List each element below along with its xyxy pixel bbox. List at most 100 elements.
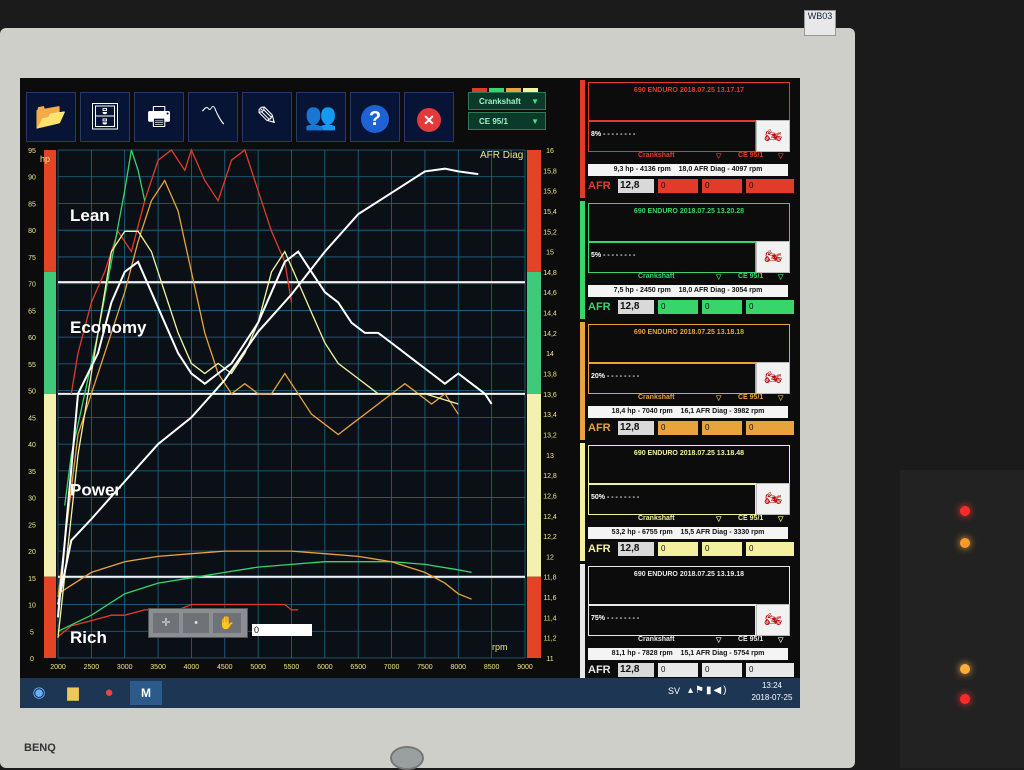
x-tick-label: 4500 (217, 664, 233, 671)
y2-tick-label: 14 (546, 351, 554, 358)
chevron-down-icon[interactable]: ▽ (716, 394, 721, 402)
chevron-down-icon[interactable]: ▽ (716, 273, 721, 281)
panel-stat-hp: 7,5 hp - 2450 rpm (613, 287, 671, 294)
panel-crank-row: Crankshaft CE 95/1 ▽ ▽ (588, 394, 788, 404)
chevron-down-icon[interactable]: ▽ (778, 394, 783, 402)
y2-tick-label: 12,2 (543, 534, 557, 541)
x-tick-label: 5500 (284, 664, 300, 671)
start-button[interactable]: ◉ (26, 681, 52, 705)
chevron-down-icon[interactable]: ▽ (716, 515, 721, 523)
language-indicator[interactable]: SV (668, 686, 680, 696)
y-tick-label: 40 (28, 442, 36, 449)
y-tick-label: 15 (28, 576, 36, 583)
chevron-down-icon[interactable]: ▽ (778, 152, 783, 160)
y2-tick-label: 15,8 (543, 168, 557, 175)
panel-crank-row: Crankshaft CE 95/1 ▽ ▽ (588, 636, 788, 646)
panel-afr-cell: 0 (702, 421, 742, 435)
panel-title-box: 690 ENDURO 2018.07.25 13.18.18 (588, 324, 790, 364)
y-tick-label: 20 (28, 549, 36, 556)
help-icon: ? (361, 105, 389, 133)
panel-ce-label: CE 95/1 (738, 394, 764, 401)
chrome-icon[interactable]: ● (96, 681, 122, 705)
tray-icons[interactable]: ▴⚑▮◀) (688, 685, 729, 696)
panel-afr-cell: 0 (702, 300, 742, 314)
panel-percent-value: 75% (591, 615, 606, 622)
panel-afr-cell: 0 (746, 300, 794, 314)
database-button[interactable]: 🗄 (80, 92, 130, 142)
chevron-down-icon: ▼ (531, 97, 539, 106)
y2-tick-label: 13,8 (543, 372, 557, 379)
panel-stat-afr: 18,0 AFR Diag - 3054 rpm (678, 287, 763, 294)
chevron-down-icon[interactable]: ▽ (778, 636, 783, 644)
users-button[interactable]: 👥 (296, 92, 346, 142)
red-led (960, 694, 970, 704)
orange-led (960, 664, 970, 674)
panel-afr-label: AFR (588, 543, 611, 555)
dyno-hardware-unit (900, 470, 1024, 768)
panel-stat-hp: 53,2 hp - 6755 rpm (611, 529, 673, 536)
monitor-power-button[interactable] (390, 746, 424, 770)
zone-label-economy: Economy (70, 318, 147, 337)
point-icon[interactable]: • (183, 613, 209, 633)
ce-dropdown[interactable]: CE 95/1 ▼ (468, 112, 546, 130)
chevron-down-icon[interactable]: ▽ (716, 636, 721, 644)
panel-color-bar (580, 564, 585, 682)
panel-ce-label: CE 95/1 (738, 273, 764, 280)
y2-tick-label: 14,4 (543, 311, 557, 318)
y2-tick-label: 12,6 (543, 493, 557, 500)
chevron-down-icon[interactable]: ▽ (716, 152, 721, 160)
y-tick-label: 75 (28, 255, 36, 262)
panel-percent-value: 50% (591, 494, 606, 501)
curve-button[interactable]: 〽 (188, 92, 238, 142)
x-tick-label: 5000 (250, 664, 266, 671)
motorcycle-icon: 🏍 (756, 241, 790, 273)
dyno-app-icon[interactable]: M (130, 681, 162, 705)
zone-label-lean: Lean (70, 206, 110, 225)
panel-afr-value: 12,8 (618, 179, 654, 193)
panel-percent-value: 8% (591, 131, 602, 138)
crankshaft-dropdown[interactable]: Crankshaft ▼ (468, 92, 546, 110)
chart-value-field[interactable]: 0 (252, 624, 312, 636)
folder-icon[interactable]: ▆ (60, 681, 86, 705)
x-tick-label: 2500 (84, 664, 100, 671)
print-button[interactable]: 🖶 (134, 92, 184, 142)
panel-percent: 5% - - - - - - - - (591, 252, 636, 259)
curve-icon: 〽 (199, 101, 226, 131)
panel-afr-row: AFR 12,8 0 0 0 (588, 663, 798, 679)
y2-tick-label: 14,8 (543, 270, 557, 277)
panel-afr-label: AFR (588, 180, 611, 192)
y2-tick-label: 11,8 (543, 575, 556, 582)
panel-color-bar (580, 201, 585, 319)
help-button[interactable]: ? (350, 92, 400, 142)
run-panel[interactable]: 690 ENDURO 2018.07.25 13.20.28 5% - - - -… (580, 201, 795, 319)
panel-afr-row: AFR 12,8 0 0 0 (588, 300, 798, 316)
open-button[interactable]: 📂 (26, 92, 76, 142)
y-tick-label: 30 (28, 496, 36, 503)
run-panel[interactable]: 690 ENDURO 2018.07.25 13.18.18 20% - - - … (580, 322, 795, 440)
chevron-down-icon[interactable]: ▽ (778, 515, 783, 523)
hand-icon[interactable]: ✋ (213, 613, 241, 633)
curve-edit-button[interactable]: ✎ (242, 92, 292, 142)
run-panel[interactable]: 690 ENDURO 2018.07.25 13.19.18 75% - - - … (580, 564, 795, 682)
panel-title-box: 690 ENDURO 2018.07.25 13.20.28 (588, 203, 790, 243)
y2-tick-label: 15,6 (543, 189, 557, 196)
database-icon: 🗄 (88, 101, 122, 131)
panel-color-bar (580, 322, 585, 440)
panel-afr-cell: 0 (658, 421, 698, 435)
afr-zone-bar-left (44, 576, 56, 658)
run-panel[interactable]: 690 ENDURO 2018.07.25 13.17.17 8% - - - -… (580, 80, 795, 198)
y2-tick-label: 11 (546, 656, 553, 663)
close-button[interactable]: ✕ (404, 92, 454, 142)
panel-afr-cell: 0 (702, 179, 742, 193)
panel-stats: 53,2 hp - 6755 rpm 15,5 AFR Diag - 3330 … (588, 527, 788, 539)
clock-date[interactable]: 2018-07-25 (748, 693, 796, 702)
chevron-down-icon[interactable]: ▽ (778, 273, 783, 281)
panel-stats: 7,5 hp - 2450 rpm 18,0 AFR Diag - 3054 r… (588, 285, 788, 297)
motorcycle-icon: 🏍 (756, 604, 790, 636)
panel-color-bar (580, 80, 585, 198)
clock-time[interactable]: 13:24 (752, 681, 792, 690)
y-tick-label: 95 (28, 148, 36, 155)
crosshair-icon[interactable]: ✛ (153, 613, 179, 633)
run-panel[interactable]: 690 ENDURO 2018.07.25 13.18.48 50% - - - … (580, 443, 795, 561)
afr-zone-bar-left (44, 393, 56, 577)
